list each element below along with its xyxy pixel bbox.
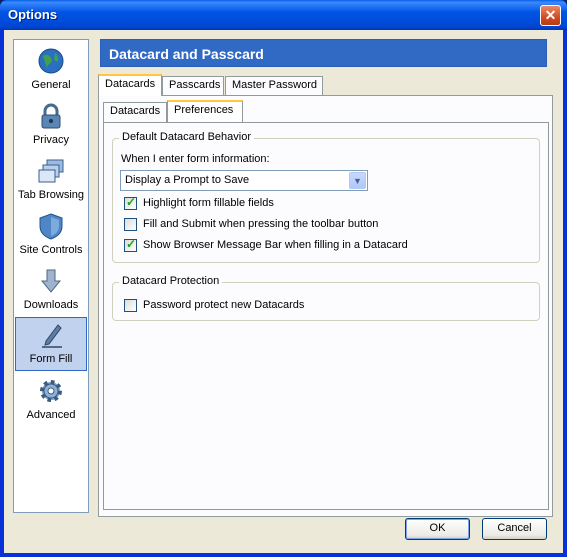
cancel-button[interactable]: Cancel <box>482 518 547 540</box>
tab-passcards[interactable]: Passcards <box>162 76 224 96</box>
download-arrow-icon <box>40 269 62 293</box>
window-title: Options <box>8 7 58 22</box>
subtab-preferences[interactable]: Preferences <box>167 100 243 122</box>
gear-icon <box>40 380 62 402</box>
sidebar-item-form-fill[interactable]: Form Fill <box>15 317 87 371</box>
shield-icon <box>39 213 63 240</box>
tab-label: Datacards <box>110 105 161 117</box>
category-sidebar: General Privacy Tab Browsing Site Contro… <box>13 39 89 513</box>
tab-label: Master Password <box>232 79 317 91</box>
fill-submit-checkbox[interactable] <box>124 218 137 231</box>
sidebar-item-label: Advanced <box>26 409 76 421</box>
group-legend: Datacard Protection <box>119 275 223 287</box>
tab-label: Datacards <box>105 78 156 90</box>
title-bar[interactable]: Options ✕ <box>0 0 567 30</box>
group-legend: Default Datacard Behavior <box>119 131 255 143</box>
chevron-down-icon[interactable]: ▼ <box>349 172 366 189</box>
tab-panel-datacards: Datacards Preferences Default Datacard B… <box>98 95 553 517</box>
sidebar-item-downloads[interactable]: Downloads <box>15 264 87 318</box>
main-panel: Datacard and Passcard Datacards Passcard… <box>98 39 553 517</box>
checkbox-label: Show Browser Message Bar when filling in… <box>143 239 408 251</box>
sidebar-item-label: Tab Browsing <box>17 189 85 201</box>
lock-icon <box>41 103 61 129</box>
tabs-icon <box>38 159 64 183</box>
sidebar-item-label: Downloads <box>23 299 79 311</box>
message-bar-checkbox[interactable] <box>124 237 137 252</box>
select-value: Display a Prompt to Save <box>125 174 250 186</box>
default-behavior-group: Default Datacard Behavior When I enter f… <box>112 131 540 263</box>
prompt-label: When I enter form information: <box>121 153 270 165</box>
sidebar-item-tab-browsing[interactable]: Tab Browsing <box>15 154 87 208</box>
close-icon: ✕ <box>544 7 557 23</box>
tab-label: Preferences <box>174 104 234 116</box>
pen-icon <box>42 324 62 348</box>
options-window: Options ✕ General Privacy Tab Browsing S… <box>0 0 567 557</box>
password-protect-checkbox[interactable] <box>124 299 137 312</box>
globe-icon <box>38 48 64 74</box>
sidebar-item-advanced[interactable]: Advanced <box>15 374 87 428</box>
sidebar-item-label: Site Controls <box>19 244 83 256</box>
subtab-panel-preferences: Default Datacard Behavior When I enter f… <box>103 122 549 510</box>
protection-group: Datacard Protection Password protect new… <box>112 275 540 321</box>
checkbox-label: Fill and Submit when pressing the toolba… <box>143 218 379 230</box>
checkbox-label: Highlight form fillable fields <box>143 197 274 209</box>
highlight-fields-checkbox[interactable] <box>124 195 137 210</box>
sidebar-item-label: General <box>31 79 71 91</box>
tab-label: Passcards <box>169 79 221 91</box>
save-behavior-select[interactable]: Display a Prompt to Save ▼ <box>120 170 368 191</box>
sidebar-item-general[interactable]: General <box>15 44 87 98</box>
tab-datacards[interactable]: Datacards <box>98 74 162 96</box>
sidebar-item-site-controls[interactable]: Site Controls <box>15 209 87 263</box>
dialog-client: General Privacy Tab Browsing Site Contro… <box>4 30 563 553</box>
close-button[interactable]: ✕ <box>540 5 561 26</box>
checkbox-label: Password protect new Datacards <box>143 299 305 311</box>
sidebar-item-label: Privacy <box>32 134 70 146</box>
subtab-datacards[interactable]: Datacards <box>103 102 167 122</box>
page-title: Datacard and Passcard <box>109 46 264 62</box>
tab-master-password[interactable]: Master Password <box>225 76 323 96</box>
sidebar-item-label: Form Fill <box>29 353 73 365</box>
ok-button[interactable]: OK <box>405 518 470 540</box>
sidebar-item-privacy[interactable]: Privacy <box>15 99 87 153</box>
panel-header: Datacard and Passcard <box>100 39 547 67</box>
